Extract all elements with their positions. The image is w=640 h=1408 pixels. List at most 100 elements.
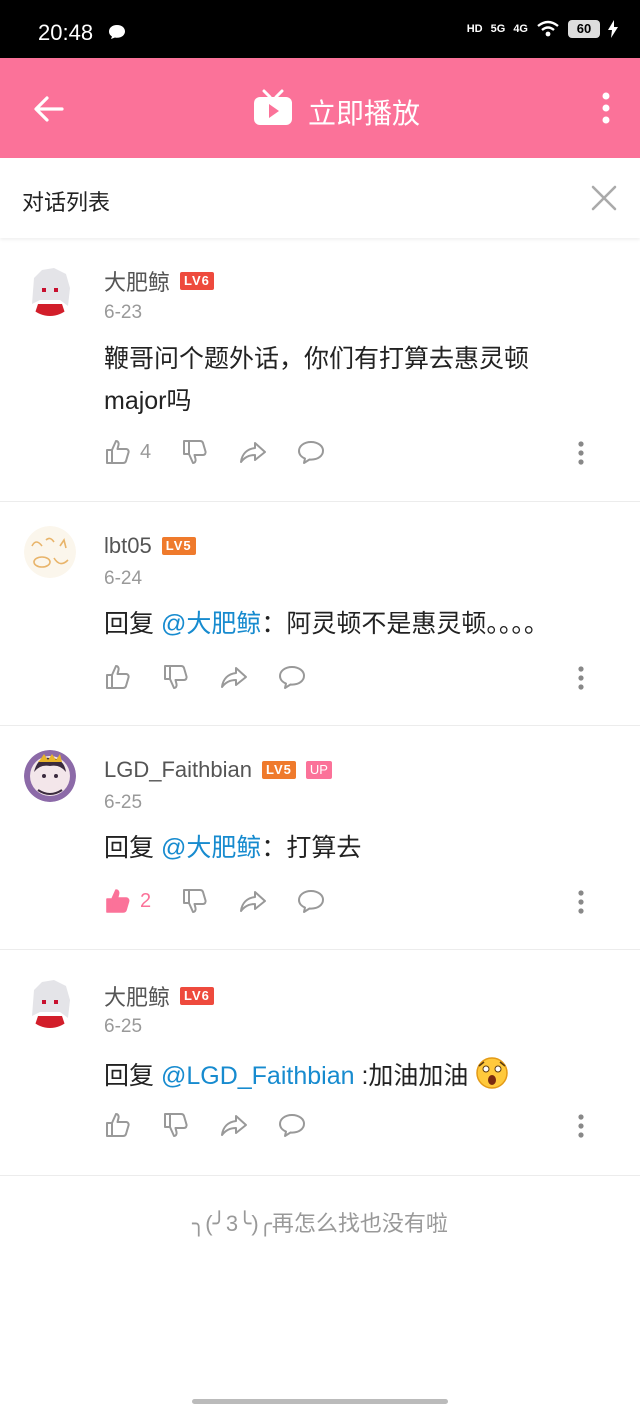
dialog-header: 对话列表 — [0, 158, 640, 238]
play-now-title[interactable]: 立即播放 — [308, 92, 420, 132]
reply-button[interactable] — [297, 438, 325, 466]
level-badge: LV6 — [180, 987, 214, 1005]
like-button[interactable]: 4 — [104, 438, 151, 466]
comment-text: 鞭哥问个题外话，你们有打算去惠灵顿major吗 — [104, 345, 530, 415]
like-button[interactable] — [104, 663, 132, 691]
comment-username-row: LGD_Faithbian LV5 UP — [104, 757, 332, 783]
dialog-title: 对话列表 — [22, 190, 111, 215]
reply-prefix: 回复 — [104, 610, 155, 638]
comment-username-row: 大肥鲸 LV6 — [104, 980, 214, 1012]
comment-item: 大肥鲸 LV6 6-25 回复 @LGD_Faithbian :加油加油 — [0, 950, 640, 1176]
dislike-button[interactable] — [181, 887, 209, 915]
dislike-button[interactable] — [162, 663, 190, 691]
comment-text: 回复 @大肥鲸：阿灵顿不是惠灵顿。。。。 — [104, 603, 604, 645]
like-button[interactable]: 2 — [104, 887, 151, 915]
share-icon — [240, 442, 267, 463]
reply-content: ：打算去 — [261, 834, 362, 862]
comment-bubble-icon — [298, 890, 325, 913]
thumb-up-icon — [106, 440, 130, 464]
comment-actions — [104, 1111, 336, 1139]
comment-username-row: 大肥鲸 LV6 — [104, 265, 214, 297]
comment-text: 回复 @LGD_Faithbian :加油加油 — [104, 1055, 604, 1097]
like-count: 4 — [140, 440, 152, 463]
comment-item: 大肥鲸 LV6 6-23 鞭哥问个题外话，你们有打算去惠灵顿major吗 4 — [0, 238, 640, 502]
username[interactable]: LGD_Faithbian — [104, 757, 252, 783]
battery-indicator: 60 — [568, 20, 600, 38]
comment-bubble-icon — [279, 1114, 305, 1137]
level-badge: LV5 — [261, 761, 296, 779]
comment-item: LGD_Faithbian LV5 UP 6-25 回复 @大肥鲸：打算去 2 — [0, 726, 640, 950]
level-badge: LV5 — [161, 537, 196, 555]
comment-username-row: lbt05 LV5 — [104, 533, 196, 559]
shocked-emoji-icon — [476, 1057, 509, 1089]
thumb-down-icon — [183, 440, 207, 464]
share-button[interactable] — [239, 438, 267, 466]
comment-item: lbt05 LV5 6-24 回复 @大肥鲸：阿灵顿不是惠灵顿。。。。 — [0, 502, 640, 726]
status-time: 20:48 — [38, 20, 94, 45]
thumb-up-icon — [106, 1113, 130, 1137]
mention-link[interactable]: @大肥鲸 — [161, 834, 261, 862]
share-icon — [240, 891, 267, 912]
more-options-icon[interactable] — [578, 890, 584, 914]
uploader-badge: UP — [305, 761, 332, 779]
reply-button[interactable] — [278, 663, 306, 691]
share-button[interactable] — [220, 1111, 248, 1139]
app-header: 立即播放 — [0, 58, 640, 158]
username[interactable]: 大肥鲸 — [104, 980, 170, 1012]
avatar[interactable] — [24, 264, 76, 316]
like-count: 2 — [140, 889, 152, 912]
reply-button[interactable] — [278, 1111, 306, 1139]
comment-date: 6-23 — [104, 302, 143, 323]
signal-5g-icon: 5G — [490, 23, 506, 35]
like-button[interactable] — [104, 1111, 132, 1139]
reply-prefix: 回复 — [104, 1062, 155, 1090]
thumb-down-icon — [164, 665, 188, 689]
comment-date: 6-25 — [104, 792, 143, 813]
avatar[interactable] — [24, 976, 76, 1028]
comment-text: 回复 @大肥鲸：打算去 — [104, 827, 604, 869]
thumb-up-icon — [106, 665, 130, 689]
more-options-icon[interactable] — [578, 441, 584, 465]
share-button[interactable] — [239, 887, 267, 915]
more-vertical-icon[interactable] — [602, 92, 610, 124]
comment-date: 6-25 — [104, 1016, 143, 1037]
hd-indicator: HD — [466, 23, 483, 35]
share-icon — [221, 667, 247, 688]
reply-content: ：阿灵顿不是惠灵顿。。。。 — [261, 610, 549, 638]
level-badge: LV6 — [180, 272, 214, 290]
username[interactable]: lbt05 — [104, 533, 152, 559]
thumb-down-icon — [164, 1113, 188, 1137]
comment-actions: 4 — [104, 438, 355, 466]
signal-4g-icon: 4G — [513, 23, 528, 35]
share-button[interactable] — [220, 663, 248, 691]
reply-content: :加油加油 — [354, 1062, 469, 1090]
comment-date: 6-24 — [104, 568, 143, 589]
dislike-button[interactable] — [181, 438, 209, 466]
thumb-down-icon — [183, 889, 207, 913]
home-indicator[interactable] — [192, 1399, 448, 1404]
comment-actions — [104, 663, 336, 691]
comment-bubble-icon — [279, 666, 305, 689]
share-icon — [221, 1115, 247, 1136]
message-notification-icon — [109, 25, 125, 39]
avatar[interactable] — [24, 526, 76, 578]
wifi-icon — [537, 20, 559, 37]
comment-bubble-icon — [298, 441, 325, 464]
reply-prefix: 回复 — [104, 834, 155, 862]
close-icon[interactable] — [590, 184, 618, 212]
mention-link[interactable]: @大肥鲸 — [161, 610, 261, 638]
end-of-list-note: ╮(╯3╰)╭再怎么找也没有啦 — [192, 1211, 448, 1236]
comment-actions: 2 — [104, 887, 355, 915]
mention-link[interactable]: @LGD_Faithbian — [161, 1062, 355, 1090]
more-options-icon[interactable] — [578, 666, 584, 690]
more-options-icon[interactable] — [578, 1114, 584, 1138]
dislike-button[interactable] — [162, 1111, 190, 1139]
status-icons: HD 5G 4G 60 — [467, 20, 618, 38]
tv-play-icon — [254, 89, 292, 125]
avatar[interactable] — [24, 750, 76, 802]
thumb-up-filled-icon — [106, 889, 130, 913]
reply-button[interactable] — [297, 887, 325, 915]
back-arrow-icon[interactable] — [32, 92, 66, 126]
username[interactable]: 大肥鲸 — [104, 265, 170, 297]
status-bar: 20:48 HD 5G 4G 60 — [0, 0, 640, 58]
